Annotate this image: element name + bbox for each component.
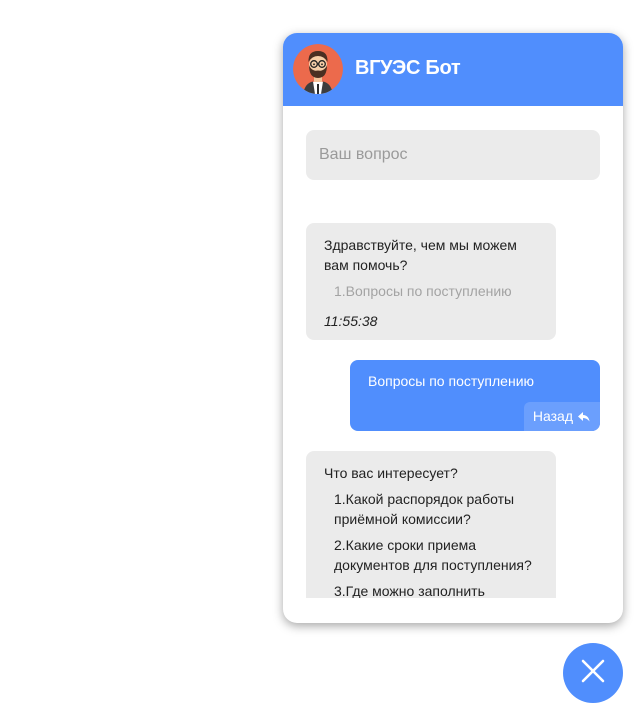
bot-message: Здравствуйте, чем мы можем вам помочь? 1…: [306, 223, 556, 340]
chat-body: Здравствуйте, чем мы можем вам помочь? 1…: [283, 106, 623, 598]
close-icon: [581, 659, 605, 688]
bot-message-text: Здравствуйте, чем мы можем вам помочь?: [324, 237, 517, 273]
user-message: Вопросы по поступлению Назад: [350, 360, 600, 431]
back-button-label: Назад: [532, 408, 573, 424]
option-admission-questions[interactable]: 1.Вопросы по поступлению: [334, 281, 538, 301]
bot-message: Что вас интересует? 1.Какой распорядок р…: [306, 451, 556, 598]
option-commission-schedule[interactable]: 1.Какой распорядок работы приёмной комис…: [334, 489, 538, 529]
chat-window: ВГУЭС Бот Здравствуйте, чем мы можем вам…: [283, 33, 623, 623]
user-message-text: Вопросы по поступлению: [368, 373, 535, 389]
bot-name: ВГУЭС Бот: [355, 57, 461, 79]
message-time: 11:55:38: [324, 313, 378, 329]
option-application-form[interactable]: 3.Где можно заполнить заявление о поступ…: [334, 581, 538, 598]
close-chat-button[interactable]: [563, 643, 623, 703]
bot-options: 1.Вопросы по поступлению: [324, 281, 538, 301]
bearded-man-avatar-icon: [293, 44, 343, 94]
bot-options: 1.Какой распорядок работы приёмной комис…: [324, 489, 538, 598]
option-document-deadlines[interactable]: 2.Какие сроки приема документов для пост…: [334, 535, 538, 575]
question-input[interactable]: [306, 130, 600, 180]
chat-header: ВГУЭС Бот: [283, 33, 623, 106]
bot-message-text: Что вас интересует?: [324, 465, 458, 481]
back-button[interactable]: Назад: [523, 402, 600, 431]
reply-arrow-icon: [578, 411, 590, 422]
